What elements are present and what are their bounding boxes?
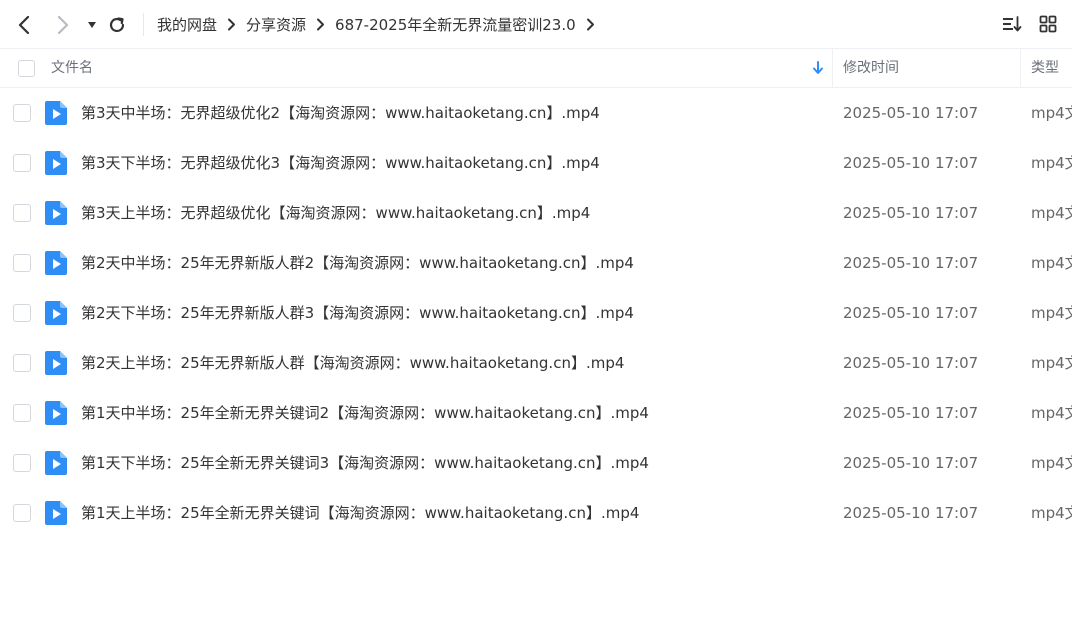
history-dropdown-icon[interactable] [82, 15, 102, 35]
file-type: mp4文 [1031, 154, 1072, 172]
file-list: 第3天中半场：无界超级优化2【海淘资源网：www.haitaoketang.cn… [0, 88, 1072, 538]
file-name[interactable]: 第1天下半场：25年全新无界关键词3【海淘资源网：www.haitaoketan… [81, 438, 649, 488]
video-file-icon [45, 501, 67, 525]
file-name[interactable]: 第2天中半场：25年无界新版人群2【海淘资源网：www.haitaoketang… [81, 238, 634, 288]
select-all-checkbox[interactable] [18, 60, 35, 77]
file-list-header: 文件名 修改时间 类型 [0, 49, 1072, 88]
file-row[interactable]: 第2天中半场：25年无界新版人群2【海淘资源网：www.haitaoketang… [0, 238, 1072, 288]
video-file-icon [45, 301, 67, 325]
file-modified-time: 2025-05-10 17:07 [843, 104, 979, 122]
file-row[interactable]: 第3天下半场：无界超级优化3【海淘资源网：www.haitaoketang.cn… [0, 138, 1072, 188]
chevron-right-icon[interactable] [586, 18, 595, 31]
grid-view-icon[interactable] [1038, 14, 1058, 34]
file-row[interactable]: 第3天中半场：无界超级优化2【海淘资源网：www.haitaoketang.cn… [0, 88, 1072, 138]
column-header-time[interactable]: 修改时间 [843, 49, 899, 88]
video-file-icon [45, 351, 67, 375]
file-name[interactable]: 第1天中半场：25年全新无界关键词2【海淘资源网：www.haitaoketan… [81, 388, 649, 438]
file-modified-time: 2025-05-10 17:07 [843, 204, 979, 222]
refresh-icon[interactable] [107, 15, 127, 35]
file-row[interactable]: 第1天上半场：25年全新无界关键词【海淘资源网：www.haitaoketang… [0, 488, 1072, 538]
row-checkbox[interactable] [13, 154, 31, 172]
video-file-icon [45, 201, 67, 225]
file-modified-time: 2025-05-10 17:07 [843, 404, 979, 422]
file-row[interactable]: 第1天下半场：25年全新无界关键词3【海淘资源网：www.haitaoketan… [0, 438, 1072, 488]
row-checkbox[interactable] [13, 254, 31, 272]
breadcrumb-my-drive[interactable]: 我的网盘 [157, 14, 217, 35]
file-row[interactable]: 第2天下半场：25年无界新版人群3【海淘资源网：www.haitaoketang… [0, 288, 1072, 338]
toolbar-divider [143, 13, 144, 36]
column-header-name[interactable]: 文件名 [51, 49, 93, 88]
video-file-icon [45, 151, 67, 175]
row-checkbox[interactable] [13, 304, 31, 322]
row-checkbox[interactable] [13, 504, 31, 522]
row-checkbox[interactable] [13, 404, 31, 422]
file-type: mp4文 [1031, 204, 1072, 222]
file-type: mp4文 [1031, 504, 1072, 522]
file-modified-time: 2025-05-10 17:07 [843, 254, 979, 272]
file-name[interactable]: 第3天上半场：无界超级优化【海淘资源网：www.haitaoketang.cn】… [81, 188, 590, 238]
row-checkbox[interactable] [13, 454, 31, 472]
column-divider[interactable] [1020, 49, 1021, 88]
breadcrumb-current-folder[interactable]: 687-2025年全新无界流量密训23.0 [335, 14, 576, 35]
back-icon[interactable] [14, 15, 34, 35]
file-type: mp4文 [1031, 454, 1072, 472]
file-type: mp4文 [1031, 354, 1072, 372]
file-name[interactable]: 第2天上半场：25年无界新版人群【海淘资源网：www.haitaoketang.… [81, 338, 624, 388]
row-checkbox[interactable] [13, 354, 31, 372]
file-type: mp4文 [1031, 304, 1072, 322]
chevron-right-icon [316, 18, 325, 31]
file-name[interactable]: 第2天下半场：25年无界新版人群3【海淘资源网：www.haitaoketang… [81, 288, 634, 338]
column-header-type[interactable]: 类型 [1031, 49, 1059, 88]
file-modified-time: 2025-05-10 17:07 [843, 304, 979, 322]
breadcrumb-shared[interactable]: 分享资源 [246, 14, 306, 35]
row-checkbox[interactable] [13, 204, 31, 222]
file-modified-time: 2025-05-10 17:07 [843, 454, 979, 472]
file-row[interactable]: 第3天上半场：无界超级优化【海淘资源网：www.haitaoketang.cn】… [0, 188, 1072, 238]
video-file-icon [45, 101, 67, 125]
toolbar: 我的网盘 分享资源 687-2025年全新无界流量密训23.0 [0, 0, 1072, 49]
file-type: mp4文 [1031, 404, 1072, 422]
sort-order-icon[interactable] [1002, 14, 1022, 34]
chevron-right-icon [227, 18, 236, 31]
file-name[interactable]: 第3天中半场：无界超级优化2【海淘资源网：www.haitaoketang.cn… [81, 88, 600, 138]
file-row[interactable]: 第2天上半场：25年无界新版人群【海淘资源网：www.haitaoketang.… [0, 338, 1072, 388]
file-name[interactable]: 第3天下半场：无界超级优化3【海淘资源网：www.haitaoketang.cn… [81, 138, 600, 188]
forward-icon[interactable] [53, 15, 73, 35]
video-file-icon [45, 451, 67, 475]
video-file-icon [45, 401, 67, 425]
file-row[interactable]: 第1天中半场：25年全新无界关键词2【海淘资源网：www.haitaoketan… [0, 388, 1072, 438]
row-checkbox[interactable] [13, 104, 31, 122]
file-name[interactable]: 第1天上半场：25年全新无界关键词【海淘资源网：www.haitaoketang… [81, 488, 639, 538]
file-modified-time: 2025-05-10 17:07 [843, 354, 979, 372]
video-file-icon [45, 251, 67, 275]
file-type: mp4文 [1031, 104, 1072, 122]
sort-arrow-down-icon[interactable] [812, 61, 824, 79]
file-type: mp4文 [1031, 254, 1072, 272]
file-modified-time: 2025-05-10 17:07 [843, 504, 979, 522]
file-modified-time: 2025-05-10 17:07 [843, 154, 979, 172]
breadcrumb: 我的网盘 分享资源 687-2025年全新无界流量密训23.0 [157, 0, 605, 49]
column-divider[interactable] [832, 49, 833, 88]
